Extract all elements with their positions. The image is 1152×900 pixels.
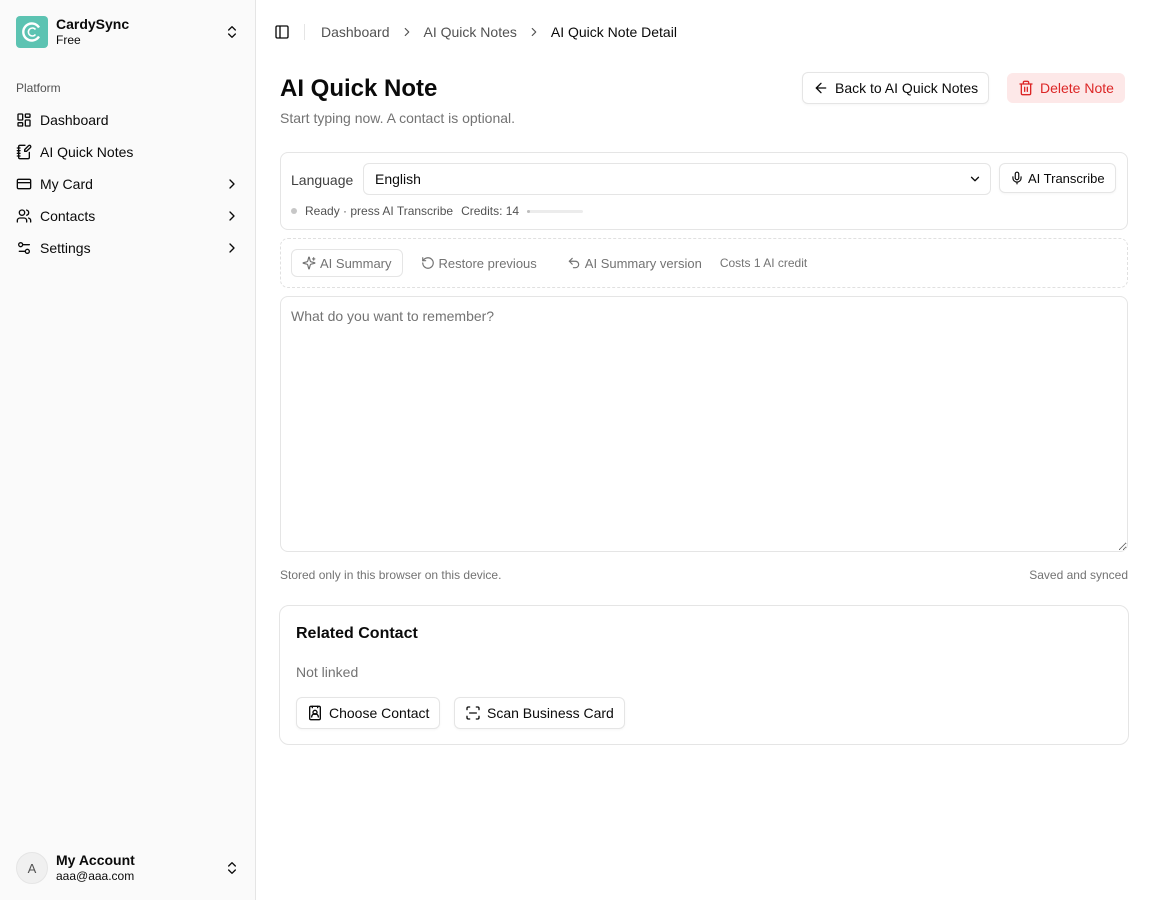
credit-cost-note: Costs 1 AI credit — [719, 256, 808, 270]
transcribe-status: Ready · press AI Transcribe Credits: 14 — [291, 204, 584, 218]
sidebar-item-label: My Card — [40, 176, 93, 192]
brand-logo — [16, 16, 48, 48]
plan-label: Free — [56, 33, 81, 47]
ai-summary-label: AI Summary — [320, 255, 392, 271]
language-label: Language — [291, 172, 354, 188]
scan-business-card-button[interactable]: Scan Business Card — [454, 697, 625, 729]
page-title: AI Quick Note — [280, 75, 438, 102]
delete-note-button[interactable]: Delete Note — [1007, 73, 1125, 103]
avatar: A — [16, 852, 48, 884]
chevrons-up-down-icon — [224, 24, 240, 40]
trash-icon — [1018, 80, 1034, 96]
chevron-right-icon — [527, 25, 541, 39]
credits-meter — [527, 209, 584, 213]
page-subtitle: Start typing now. A contact is optional. — [280, 110, 516, 126]
credits-meter-fill — [527, 209, 530, 213]
restore-previous-label: Restore previous — [438, 255, 537, 271]
sparkles-icon — [302, 256, 316, 270]
sidebar-item-ai-quick-notes[interactable]: AI Quick Notes — [8, 136, 248, 168]
sidebar-item-label: AI Quick Notes — [40, 144, 134, 160]
contact-book-icon — [307, 705, 323, 721]
sidebar: CardySync Free Platform Dashboard AI Qui… — [0, 0, 256, 900]
account-name: My Account — [56, 852, 135, 868]
breadcrumb-ai-quick-notes[interactable]: AI Quick Notes — [424, 24, 517, 40]
storage-hint: Stored only in this browser on this devi… — [280, 568, 502, 582]
sidebar-item-dashboard[interactable]: Dashboard — [8, 104, 248, 136]
chevron-right-icon — [400, 25, 414, 39]
account-menu[interactable]: A My Account aaa@aaa.com — [8, 844, 248, 892]
arrow-left-icon — [813, 80, 829, 96]
ai-summary-toolbar: AI Summary Restore previous AI Summary v… — [280, 238, 1128, 288]
sidebar-item-label: Settings — [40, 240, 91, 256]
users-icon — [16, 208, 32, 224]
delete-button-label: Delete Note — [1040, 80, 1114, 96]
workspace-switcher[interactable]: CardySync Free — [8, 8, 248, 56]
restore-previous-button[interactable]: Restore previous — [411, 249, 547, 277]
scan-business-card-label: Scan Business Card — [487, 705, 614, 721]
sidebar-item-settings[interactable]: Settings — [8, 232, 248, 264]
sidebar-item-label: Contacts — [40, 208, 96, 224]
undo-icon — [567, 256, 581, 270]
scan-icon — [465, 705, 481, 721]
contact-link-status: Not linked — [296, 664, 359, 680]
rotate-ccw-icon — [421, 256, 435, 270]
sync-status: Saved and synced — [1029, 568, 1128, 582]
sidebar-nav: Dashboard AI Quick Notes My Card Contact… — [8, 104, 248, 264]
chevron-right-icon — [224, 208, 240, 224]
choose-contact-label: Choose Contact — [329, 705, 430, 721]
divider — [304, 24, 305, 40]
ai-transcribe-button[interactable]: AI Transcribe — [999, 163, 1116, 193]
ai-summary-version-label: AI Summary version — [584, 255, 702, 271]
sidebar-group-label: Platform — [16, 81, 61, 95]
status-dot — [291, 208, 297, 214]
note-textarea[interactable] — [280, 296, 1128, 552]
language-selected-value: English — [375, 171, 421, 187]
related-contact-title: Related Contact — [296, 625, 418, 642]
card-icon — [16, 176, 32, 192]
dashboard-icon — [16, 112, 32, 128]
credits-count: Credits: 14 — [461, 204, 520, 218]
back-button-label: Back to AI Quick Notes — [835, 80, 979, 96]
breadcrumb: Dashboard AI Quick Notes AI Quick Note D… — [321, 24, 677, 40]
transcribe-button-label: AI Transcribe — [1028, 170, 1105, 186]
chevron-right-icon — [224, 240, 240, 256]
back-to-notes-button[interactable]: Back to AI Quick Notes — [802, 72, 990, 104]
sidebar-item-my-card[interactable]: My Card — [8, 168, 248, 200]
chevron-down-icon — [968, 172, 982, 186]
account-email: aaa@aaa.com — [56, 869, 135, 883]
breadcrumb-current: AI Quick Note Detail — [550, 24, 677, 40]
chevrons-up-down-icon — [224, 860, 240, 876]
status-text: Ready · press AI Transcribe — [305, 204, 454, 218]
sliders-icon — [16, 240, 32, 256]
language-panel: Language English AI Transcribe Ready · p… — [280, 152, 1128, 230]
ai-summary-button[interactable]: AI Summary — [291, 249, 403, 277]
ai-summary-version-button[interactable]: AI Summary version — [557, 249, 712, 277]
related-contact-card: Related Contact Not linked Choose Contac… — [279, 605, 1129, 745]
breadcrumb-dashboard[interactable]: Dashboard — [321, 24, 390, 40]
top-bar: Dashboard AI Quick Notes AI Quick Note D… — [256, 0, 1152, 64]
choose-contact-button[interactable]: Choose Contact — [296, 697, 441, 729]
sidebar-item-label: Dashboard — [40, 112, 109, 128]
sidebar-item-contacts[interactable]: Contacts — [8, 200, 248, 232]
notebook-pen-icon — [16, 144, 32, 160]
sidebar-toggle-icon[interactable] — [274, 24, 290, 40]
chevron-right-icon — [224, 176, 240, 192]
microphone-icon — [1010, 171, 1024, 185]
language-select[interactable]: English — [363, 163, 991, 195]
app-name: CardySync — [56, 16, 130, 32]
